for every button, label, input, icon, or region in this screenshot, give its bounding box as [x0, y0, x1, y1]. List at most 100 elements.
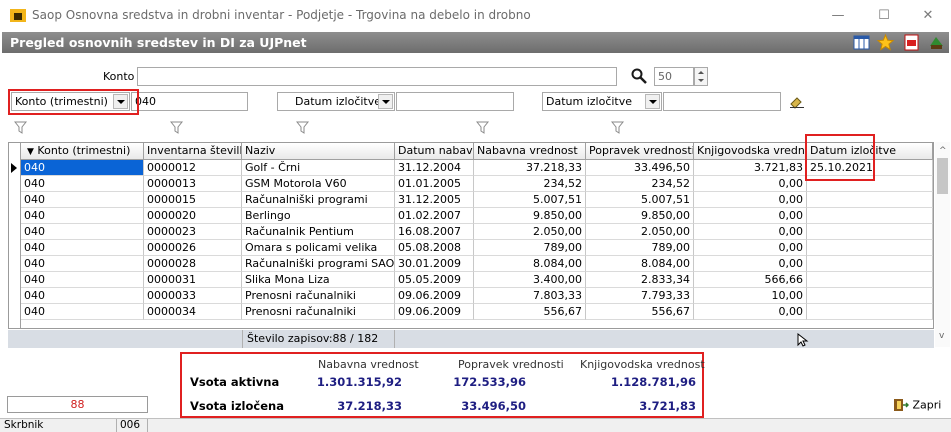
cell-inventarna[interactable]: 0000020 — [144, 208, 242, 224]
cell-naziv[interactable]: Omara s policami velika — [242, 240, 395, 256]
cell-datum-izlocitve[interactable] — [807, 256, 933, 272]
cell-nabavna[interactable]: 7.803,33 — [474, 288, 586, 304]
cell-popravek[interactable]: 5.007,51 — [586, 192, 694, 208]
cell-knjigovodska[interactable]: 0,00 — [694, 304, 807, 320]
cell-nabavna[interactable]: 9.850,00 — [474, 208, 586, 224]
cell-konto[interactable]: 040 — [21, 272, 144, 288]
grid-vertical-scrollbar[interactable]: ^ v — [935, 142, 950, 347]
assets-table[interactable]: ▼ Konto (trimestni) Inventarna številka … — [8, 142, 934, 329]
cell-konto[interactable]: 040 — [21, 256, 144, 272]
cell-inventarna[interactable]: 0000028 — [144, 256, 242, 272]
filter2-field-select[interactable]: Datum izločitve — [277, 92, 395, 111]
cell-popravek[interactable]: 2.050,00 — [586, 224, 694, 240]
cell-inventarna[interactable]: 0000013 — [144, 176, 242, 192]
cell-knjigovodska[interactable]: 0,00 — [694, 256, 807, 272]
column-filter-icon[interactable] — [295, 121, 310, 135]
cell-knjigovodska[interactable]: 0,00 — [694, 208, 807, 224]
cell-nabavna[interactable]: 789,00 — [474, 240, 586, 256]
maximize-button[interactable]: ☐ — [861, 0, 907, 31]
cell-inventarna[interactable]: 0000023 — [144, 224, 242, 240]
cell-datum-nabave[interactable]: 31.12.2004 — [395, 160, 474, 176]
cell-datum-nabave[interactable]: 01.01.2005 — [395, 176, 474, 192]
close-button[interactable]: ✕ — [905, 0, 951, 31]
cell-naziv[interactable]: Prenosni računalniki — [242, 304, 395, 320]
cell-inventarna[interactable]: 0000034 — [144, 304, 242, 320]
cell-datum-nabave[interactable]: 05.05.2009 — [395, 272, 474, 288]
cell-datum-nabave[interactable]: 09.06.2009 — [395, 288, 474, 304]
cell-nabavna[interactable]: 37.218,33 — [474, 160, 586, 176]
cell-inventarna[interactable]: 0000015 — [144, 192, 242, 208]
column-header-popravek[interactable]: Popravek vrednosti — [586, 143, 694, 160]
cell-datum-izlocitve[interactable] — [807, 208, 933, 224]
chevron-down-icon[interactable] — [113, 94, 128, 109]
cell-naziv[interactable]: Prenosni računalniki — [242, 288, 395, 304]
cell-datum-izlocitve[interactable] — [807, 304, 933, 320]
chevron-down-icon[interactable] — [378, 94, 393, 109]
search-icon[interactable] — [631, 68, 647, 84]
cell-datum-izlocitve[interactable] — [807, 272, 933, 288]
cell-datum-izlocitve[interactable] — [807, 240, 933, 256]
cell-nabavna[interactable]: 234,52 — [474, 176, 586, 192]
cell-datum-izlocitve[interactable] — [807, 176, 933, 192]
minimize-button[interactable]: — — [815, 0, 861, 31]
cell-konto[interactable]: 040 — [21, 160, 144, 176]
cell-datum-izlocitve[interactable]: 25.10.2021 — [807, 160, 933, 176]
column-filter-icon[interactable] — [13, 121, 28, 135]
cell-konto[interactable]: 040 — [21, 304, 144, 320]
cell-popravek[interactable]: 789,00 — [586, 240, 694, 256]
cell-popravek[interactable]: 33.496,50 — [586, 160, 694, 176]
cell-nabavna[interactable]: 3.400,00 — [474, 272, 586, 288]
close-panel-button[interactable]: Zapri — [893, 398, 941, 414]
filter1-field-select[interactable]: Konto (trimestni) — [11, 92, 130, 111]
filter2-value-input[interactable] — [396, 92, 514, 111]
cell-popravek[interactable]: 8.084,00 — [586, 256, 694, 272]
column-header-datum-nabave[interactable]: Datum nabave — [395, 143, 474, 160]
cell-popravek[interactable]: 7.793,33 — [586, 288, 694, 304]
cell-knjigovodska[interactable]: 0,00 — [694, 224, 807, 240]
column-filter-icon[interactable] — [610, 121, 625, 135]
cell-naziv[interactable]: Računalnik Pentium — [242, 224, 395, 240]
cell-knjigovodska[interactable]: 0,00 — [694, 176, 807, 192]
konto-input[interactable] — [137, 67, 617, 86]
cell-naziv[interactable]: Računalniški programi — [242, 192, 395, 208]
cell-inventarna[interactable]: 0000012 — [144, 160, 242, 176]
cell-datum-izlocitve[interactable] — [807, 192, 933, 208]
cell-konto[interactable]: 040 — [21, 192, 144, 208]
cell-naziv[interactable]: Slika Mona Liza — [242, 272, 395, 288]
cell-naziv[interactable]: GSM Motorola V60 — [242, 176, 395, 192]
cell-nabavna[interactable]: 2.050,00 — [474, 224, 586, 240]
cell-naziv[interactable]: Berlingo — [242, 208, 395, 224]
pdf-icon[interactable] — [903, 34, 920, 51]
cell-inventarna[interactable]: 0000033 — [144, 288, 242, 304]
cell-popravek[interactable]: 9.850,00 — [586, 208, 694, 224]
column-header-nabavna[interactable]: Nabavna vrednost — [474, 143, 586, 160]
cell-datum-nabave[interactable]: 30.01.2009 — [395, 256, 474, 272]
cell-datum-izlocitve[interactable] — [807, 224, 933, 240]
filter3-field-select[interactable]: Datum izločitve — [542, 92, 662, 111]
cell-datum-izlocitve[interactable] — [807, 288, 933, 304]
cell-nabavna[interactable]: 556,67 — [474, 304, 586, 320]
column-header-naziv[interactable]: Naziv — [242, 143, 395, 160]
cell-konto[interactable]: 040 — [21, 288, 144, 304]
cell-popravek[interactable]: 2.833,34 — [586, 272, 694, 288]
cell-datum-nabave[interactable]: 05.08.2008 — [395, 240, 474, 256]
exit-icon[interactable] — [928, 34, 945, 51]
cell-nabavna[interactable]: 8.084,00 — [474, 256, 586, 272]
cell-datum-nabave[interactable]: 16.08.2007 — [395, 224, 474, 240]
cell-datum-nabave[interactable]: 01.02.2007 — [395, 208, 474, 224]
filter3-value-input[interactable] — [663, 92, 781, 111]
star-icon[interactable] — [876, 33, 895, 51]
column-header-konto[interactable]: ▼ Konto (trimestni) — [21, 143, 144, 160]
column-header-inventarna[interactable]: Inventarna številka — [144, 143, 242, 160]
column-header-knjigovodska[interactable]: Knjigovodska vrednost — [694, 143, 807, 160]
cell-nabavna[interactable]: 5.007,51 — [474, 192, 586, 208]
column-filter-icon[interactable] — [169, 121, 184, 135]
cell-popravek[interactable]: 556,67 — [586, 304, 694, 320]
cell-konto[interactable]: 040 — [21, 240, 144, 256]
cell-inventarna[interactable]: 0000031 — [144, 272, 242, 288]
eraser-icon[interactable] — [789, 95, 805, 109]
limit-spinner[interactable] — [694, 67, 708, 86]
cell-konto[interactable]: 040 — [21, 208, 144, 224]
cell-knjigovodska[interactable]: 0,00 — [694, 240, 807, 256]
cell-konto[interactable]: 040 — [21, 176, 144, 192]
